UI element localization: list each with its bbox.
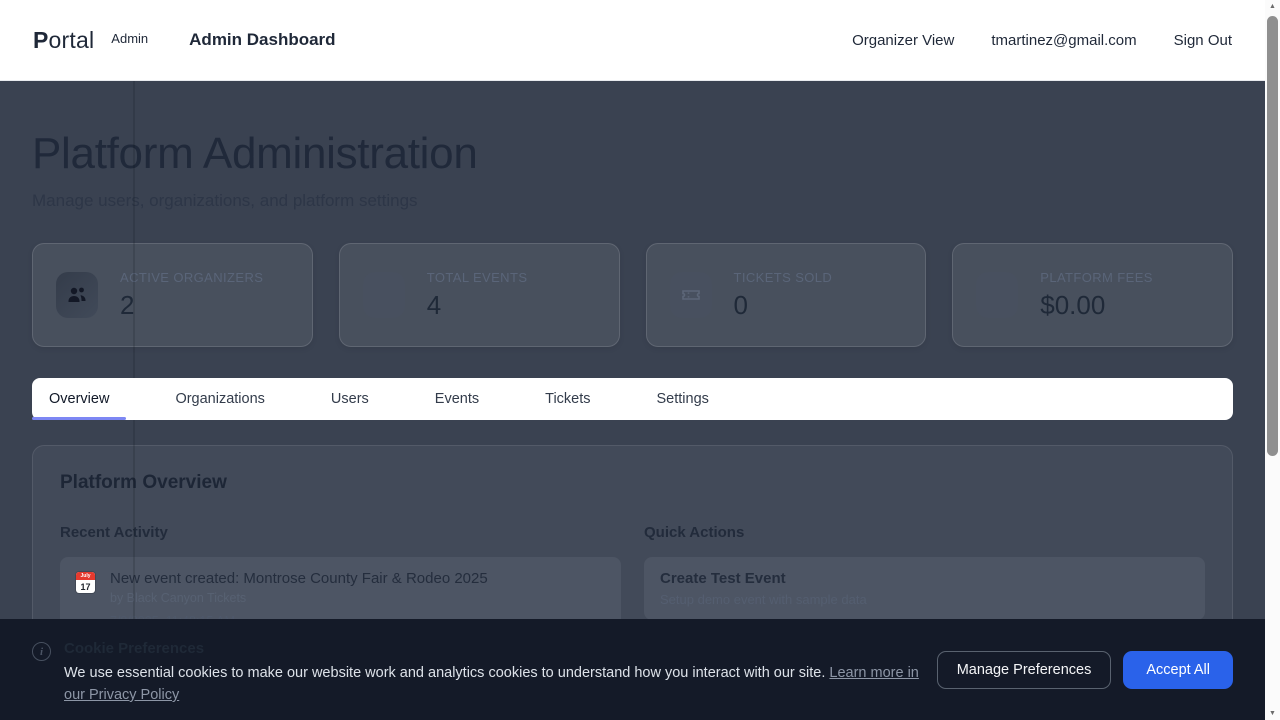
tab-organizations[interactable]: Organizations (158, 378, 281, 420)
hero-subtitle: Manage users, organizations, and platfor… (32, 191, 1233, 211)
stat-value: $0.00 (1040, 290, 1153, 321)
accept-all-button[interactable]: Accept All (1123, 651, 1233, 689)
stat-label: TOTAL EVENTS (427, 270, 528, 285)
create-test-event-action[interactable]: Create Test Event Setup demo event with … (644, 557, 1205, 620)
blank-tile-icon (976, 272, 1018, 318)
people-group-icon (56, 272, 98, 318)
quick-actions-heading: Quick Actions (644, 524, 1205, 541)
account-email: tmartinez@gmail.com (991, 32, 1136, 49)
cookie-message-text: We use essential cookies to make our web… (64, 665, 825, 681)
hero-title: Platform Administration (32, 129, 1233, 179)
stats-row: ACTIVE ORGANIZERS 2 TOTAL EVENTS 4 (32, 243, 1233, 347)
activity-title: New event created: Montrose County Fair … (110, 570, 488, 587)
stat-card-tickets-sold: TICKETS SOLD 0 (646, 243, 927, 347)
blank-tile-icon (363, 272, 405, 318)
panel-title: Platform Overview (60, 472, 1205, 494)
scroll-up-arrow-icon[interactable]: ▲ (1265, 3, 1280, 10)
activity-byline: by Black Canyon Tickets (110, 591, 488, 605)
tab-events[interactable]: Events (418, 378, 496, 420)
ticket-icon (670, 272, 712, 318)
scroll-down-arrow-icon[interactable]: ▼ (1265, 710, 1280, 717)
sign-out-link[interactable]: Sign Out (1174, 32, 1232, 49)
action-subtitle: Setup demo event with sample data (660, 592, 1189, 607)
calendar-icon: July 17 (76, 572, 95, 593)
stat-card-active-organizers: ACTIVE ORGANIZERS 2 (32, 243, 313, 347)
cookie-banner-message: We use essential cookies to make our web… (64, 662, 936, 706)
tab-tickets[interactable]: Tickets (528, 378, 607, 420)
organizer-view-link[interactable]: Organizer View (852, 32, 954, 49)
stat-value: 0 (734, 290, 833, 321)
action-title: Create Test Event (660, 570, 1189, 587)
cookie-consent-banner: i Cookie Preferences We use essential co… (0, 619, 1265, 720)
cookie-banner-heading: Cookie Preferences (64, 640, 936, 657)
manage-preferences-button[interactable]: Manage Preferences (937, 651, 1112, 689)
stat-label: ACTIVE ORGANIZERS (120, 270, 263, 285)
stat-value: 4 (427, 290, 528, 321)
stat-label: PLATFORM FEES (1040, 270, 1153, 285)
page-title: Admin Dashboard (189, 30, 335, 50)
header-nav: Organizer View tmartinez@gmail.com Sign … (852, 32, 1232, 49)
page: Portal Admin Admin Dashboard Organizer V… (0, 0, 1265, 720)
admin-badge: Admin (111, 31, 148, 46)
admin-tab-strip: Overview Organizations Users Events Tick… (32, 378, 1233, 420)
vertical-scrollbar[interactable]: ▲ ▼ (1265, 0, 1280, 720)
stat-card-total-events: TOTAL EVENTS 4 (339, 243, 620, 347)
recent-activity-heading: Recent Activity (60, 524, 621, 541)
portal-logo[interactable]: Portal (33, 27, 94, 54)
tab-settings[interactable]: Settings (640, 378, 726, 420)
scrollbar-thumb[interactable] (1267, 16, 1278, 456)
info-icon: i (32, 642, 51, 661)
stat-card-platform-fees: PLATFORM FEES $0.00 (952, 243, 1233, 347)
tab-overview[interactable]: Overview (32, 378, 126, 420)
stat-label: TICKETS SOLD (734, 270, 833, 285)
tab-users[interactable]: Users (314, 378, 386, 420)
stat-value: 2 (120, 290, 263, 321)
top-header: Portal Admin Admin Dashboard Organizer V… (0, 0, 1265, 81)
